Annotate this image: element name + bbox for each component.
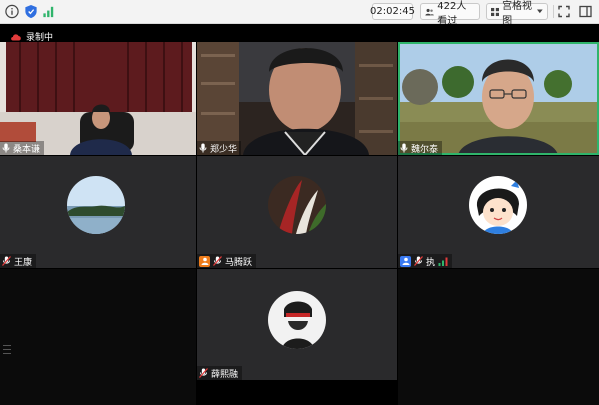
participant-name-tag: 王康 — [0, 254, 37, 268]
microphone-muted-icon — [414, 256, 423, 266]
user-icon — [201, 257, 208, 265]
participant-name: 执 — [426, 257, 436, 268]
participant-name-tag: 执 — [398, 254, 453, 268]
signal-strength-icon — [438, 257, 448, 266]
empty-video-tile — [0, 269, 196, 405]
tile-artifact — [3, 349, 11, 350]
microphone-icon — [400, 143, 408, 153]
participant-name-tag: 桑本谦 — [0, 141, 45, 155]
network-signal-icon[interactable] — [42, 4, 56, 19]
participant-video — [398, 42, 599, 155]
participant-name-tag: 郑少华 — [197, 141, 242, 155]
participant-name: 魏尔泰 — [411, 144, 439, 155]
tile-artifact — [3, 353, 11, 354]
avatar — [67, 176, 125, 234]
video-tile[interactable]: 桑本谦 — [0, 42, 196, 155]
participant-name-tag: 薛熙融 — [197, 366, 243, 380]
empty-video-tile — [398, 269, 599, 405]
microphone-muted-icon — [2, 256, 11, 266]
fullscreen-icon[interactable] — [558, 4, 570, 19]
video-tile[interactable]: 执 — [398, 156, 599, 268]
shield-icon[interactable] — [24, 4, 38, 19]
microphone-muted-icon — [199, 368, 208, 378]
video-tile[interactable]: 薛熙融 — [197, 269, 397, 380]
people-icon — [425, 8, 434, 15]
microphone-muted-icon — [213, 256, 222, 266]
title-bar: 02:02:45 422人看过 宫格视图 — [0, 0, 599, 27]
viewer-count-button[interactable]: 422人看过 — [420, 1, 480, 27]
cloud-record-icon — [11, 33, 21, 40]
avatar-image — [268, 176, 326, 234]
participant-name: 马腾跃 — [225, 257, 253, 268]
video-tile[interactable]: 马腾跃 — [197, 156, 397, 268]
participant-video — [0, 42, 196, 155]
view-mode-dropdown[interactable]: 宫格视图 — [486, 1, 548, 27]
participant-name: 桑本谦 — [13, 144, 41, 155]
recording-label: 录制中 — [26, 32, 54, 43]
tile-artifact — [3, 345, 11, 346]
meeting-timer: 02:02:45 — [370, 3, 415, 20]
timer-text: 02:02:45 — [370, 6, 415, 17]
microphone-icon — [199, 143, 207, 153]
avatar-image — [67, 176, 125, 234]
grid-icon — [491, 7, 500, 16]
caret-down-icon — [537, 9, 543, 14]
divider — [553, 5, 554, 18]
participant-name: 郑少华 — [210, 144, 238, 155]
participant-name: 薛熙融 — [211, 369, 239, 380]
recording-indicator: 录制中 — [10, 30, 54, 43]
info-icon[interactable] — [4, 4, 20, 19]
participant-name: 王康 — [14, 257, 33, 268]
video-grid: 录制中 桑本谦 郑少华 魏尔泰 王康 马腾跃 执 薛熙融 — [0, 24, 599, 405]
video-tile-active-speaker[interactable]: 魏尔泰 — [398, 42, 599, 155]
participant-name-tag: 马腾跃 — [197, 254, 257, 268]
video-tile[interactable]: 王康 — [0, 156, 196, 268]
avatar — [268, 176, 326, 234]
microphone-icon — [2, 143, 10, 153]
video-tile[interactable]: 郑少华 — [197, 42, 397, 155]
viewer-count-text: 422人看过 — [437, 0, 467, 27]
cohost-badge — [400, 255, 411, 267]
host-badge — [199, 255, 210, 267]
view-mode-label: 宫格视图 — [502, 0, 533, 27]
avatar — [469, 176, 527, 234]
avatar — [268, 291, 326, 349]
user-icon — [402, 257, 409, 265]
sidebar-toggle-icon[interactable] — [579, 4, 592, 19]
participant-name-tag: 魏尔泰 — [398, 141, 443, 155]
avatar-image — [268, 291, 326, 349]
participant-video — [197, 42, 397, 155]
avatar-image — [469, 176, 527, 234]
